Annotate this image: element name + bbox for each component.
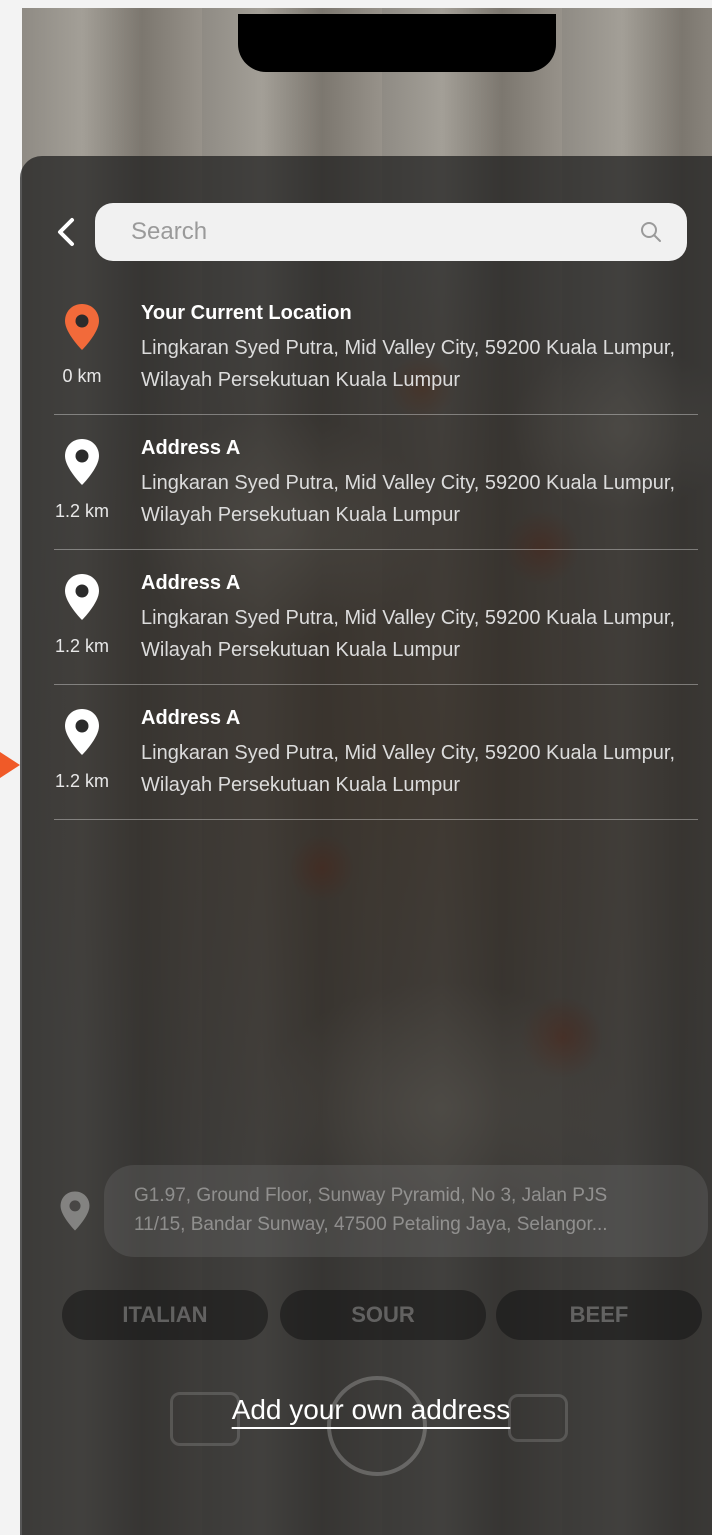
location-title: Address A <box>141 572 241 594</box>
add-own-address-link[interactable]: Add your own address <box>206 1394 536 1426</box>
location-address: Lingkaran Syed Putra, Mid Valley City, 5… <box>141 742 676 796</box>
location-address: Lingkaran Syed Putra, Mid Valley City, 5… <box>141 472 676 526</box>
phone-notch <box>238 14 556 72</box>
location-title: Your Current Location <box>141 302 352 324</box>
search-bar[interactable] <box>95 203 687 261</box>
chip-sour: SOUR <box>280 1290 486 1340</box>
location-item[interactable]: 1.2 km Address A Lingkaran Syed Putra, M… <box>54 415 698 550</box>
location-title: Address A <box>141 437 241 459</box>
search-icon[interactable] <box>639 220 663 244</box>
location-distance: 1.2 km <box>54 636 110 656</box>
location-item-current[interactable]: 0 km Your Current Location Lingkaran Sye… <box>54 280 698 415</box>
background-circle <box>327 1376 427 1476</box>
location-list: 0 km Your Current Location Lingkaran Sye… <box>54 280 698 820</box>
location-pin-icon <box>65 574 99 620</box>
background-address-line: G1.97, Ground Floor, Sunway Pyramid, No … <box>134 1185 608 1206</box>
location-address: Lingkaran Syed Putra, Mid Valley City, 5… <box>141 337 676 391</box>
category-chips: ITALIAN SOUR BEEF <box>62 1290 702 1342</box>
location-pin-icon <box>60 1191 90 1231</box>
chip-beef: BEEF <box>496 1290 702 1340</box>
location-title: Address A <box>141 707 241 729</box>
background-address-line: 11/15, Bandar Sunway, 47500 Petaling Jay… <box>134 1214 608 1235</box>
location-distance: 0 km <box>62 366 102 386</box>
location-pin-icon <box>65 439 99 485</box>
location-item[interactable]: 1.2 km Address A Lingkaran Syed Putra, M… <box>54 550 698 685</box>
flow-arrow-icon <box>0 752 20 778</box>
back-button[interactable] <box>52 214 82 250</box>
location-pin-icon <box>65 304 99 350</box>
chevron-left-icon <box>58 218 74 246</box>
location-distance: 1.2 km <box>54 501 110 521</box>
location-item[interactable]: 1.2 km Address A Lingkaran Syed Putra, M… <box>54 685 698 820</box>
chip-italian: ITALIAN <box>62 1290 268 1340</box>
background-address-card: G1.97, Ground Floor, Sunway Pyramid, No … <box>104 1165 708 1257</box>
search-input[interactable] <box>131 218 611 246</box>
location-pin-icon <box>65 709 99 755</box>
location-distance: 1.2 km <box>54 771 110 791</box>
location-address: Lingkaran Syed Putra, Mid Valley City, 5… <box>141 607 676 661</box>
